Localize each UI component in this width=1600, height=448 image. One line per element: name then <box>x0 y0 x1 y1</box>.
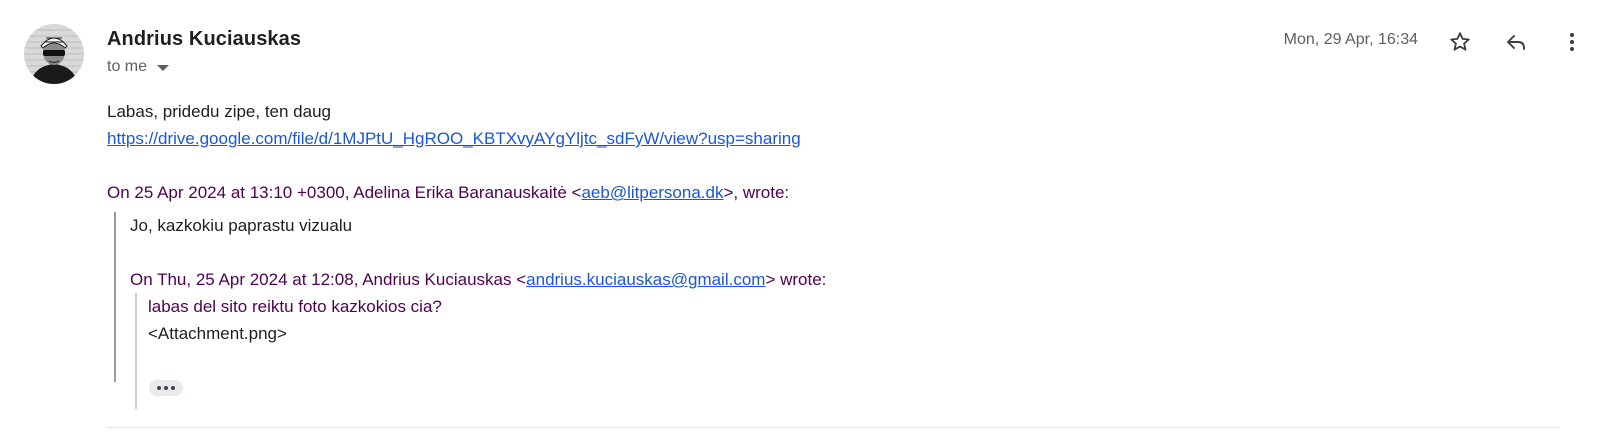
quote-sender-email-link[interactable]: aeb@litpersona.dk <box>581 183 723 202</box>
more-horiz-icon-dot <box>164 386 168 390</box>
quote-header: On 25 Apr 2024 at 13:10 +0300, Adelina E… <box>107 179 1560 206</box>
more-vert-icon <box>1570 33 1574 51</box>
quote-header-prefix: On 25 Apr 2024 at 13:10 +0300, Adelina E… <box>107 183 582 202</box>
nested-quote-header-prefix: On Thu, 25 Apr 2024 at 12:08, Andrius Ku… <box>130 270 527 289</box>
reply-button[interactable] <box>1496 22 1536 62</box>
body-text: Labas, pridedu zipe, ten daug <box>107 102 332 121</box>
more-horiz-icon-dot <box>171 386 175 390</box>
avatar[interactable] <box>24 24 84 84</box>
more-horiz-icon <box>157 386 161 390</box>
star-icon <box>1450 32 1470 51</box>
email-message: Andrius Kuciauskas to me Mon, 29 Apr, 16… <box>0 0 1600 448</box>
divider <box>107 427 1560 428</box>
blockquote: Jo, kazkokiu paprastu vizualu On Thu, 25… <box>114 212 1560 409</box>
recipient-details-toggle[interactable]: to me <box>107 58 170 76</box>
nested-quote-header: On Thu, 25 Apr 2024 at 12:08, Andrius Ku… <box>130 266 1560 293</box>
nested-quote-header-suffix: > wrote: <box>765 270 827 289</box>
nested-quoted-text: labas del sito reiktu foto kazkokios cia… <box>148 297 442 316</box>
quote-header-suffix: >, wrote: <box>723 183 790 202</box>
message-body: Labas, pridedu zipe, ten daug https://dr… <box>107 98 1560 409</box>
star-button[interactable] <box>1440 22 1480 62</box>
attachment-placeholder: <Attachment.png> <box>148 324 287 343</box>
more-options-button[interactable] <box>1552 22 1592 62</box>
sender-name[interactable]: Andrius Kuciauskas <box>107 28 301 51</box>
message-date: Mon, 29 Apr, 16:34 <box>1283 31 1418 48</box>
recipient-label: to me <box>107 58 148 75</box>
quoted-text: Jo, kazkokiu paprastu vizualu <box>130 216 353 235</box>
nested-blockquote: labas del sito reiktu foto kazkokios cia… <box>135 293 1560 409</box>
drive-link[interactable]: https://drive.google.com/file/d/1MJPtU_H… <box>107 129 801 148</box>
reply-icon <box>1507 35 1525 50</box>
nested-quote-email-link[interactable]: andrius.kuciauskas@gmail.com <box>526 270 765 289</box>
message-actions <box>1440 22 1592 62</box>
show-trimmed-content-button[interactable] <box>149 380 183 396</box>
chevron-down-icon[interactable] <box>157 65 170 71</box>
